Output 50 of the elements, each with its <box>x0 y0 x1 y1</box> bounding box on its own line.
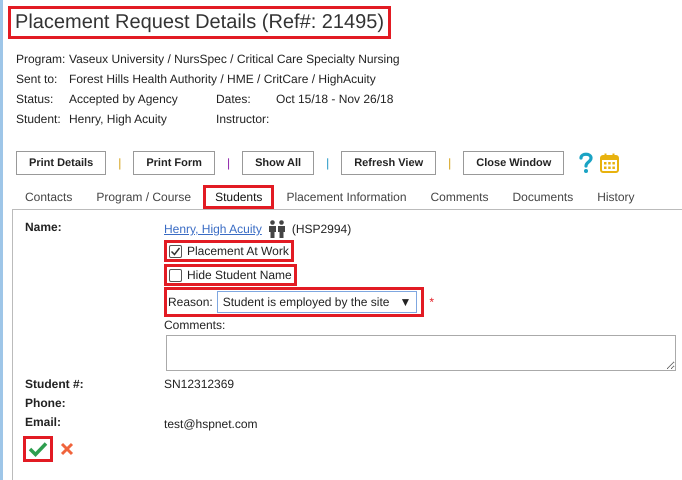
people-icon <box>268 220 286 238</box>
calendar-icon[interactable] <box>600 153 620 173</box>
field-label: Reason: <box>168 295 213 309</box>
field-value: Forest Hills Health Authority / HME / CritCare / HighAcuity <box>69 72 376 86</box>
separator: | <box>118 156 122 170</box>
field-label: Program: <box>16 52 66 66</box>
field-label: Instructor: <box>216 112 270 126</box>
field-value: SN12312369 <box>164 377 234 391</box>
save-button[interactable] <box>23 436 53 462</box>
check-icon <box>170 246 181 256</box>
field-label: Sent to: <box>16 72 58 86</box>
tab[interactable]: History <box>585 185 647 209</box>
field-value: Accepted by Agency <box>69 92 179 106</box>
toolbar-button[interactable]: Show All <box>242 151 314 175</box>
field-label: Status: <box>16 92 54 106</box>
toolbar-button[interactable]: Print Details <box>16 151 106 175</box>
tab[interactable]: Comments <box>418 185 501 209</box>
tab[interactable]: Documents <box>500 185 586 209</box>
close-icon <box>60 442 74 456</box>
check-icon <box>28 441 48 457</box>
page-title: Placement Request Details (Ref#: 21495) <box>8 6 392 39</box>
field-value: Vaseux University / NursSpec / Critical Care Specialty Nursing <box>69 52 400 66</box>
tab[interactable]: Placement Information <box>274 185 418 209</box>
field-label: Phone: <box>25 396 67 410</box>
field-label: Student #: <box>25 377 85 391</box>
required-mark: * <box>429 295 434 309</box>
student-link[interactable]: Henry, High Acuity <box>164 222 262 236</box>
toolbar-button[interactable]: Refresh View <box>341 151 436 175</box>
field-value: Oct 15/18 - Nov 26/18 <box>276 92 394 106</box>
tab[interactable]: Contacts <box>13 185 84 209</box>
reason-select[interactable]: Student is employed by the site ▼ <box>216 291 418 313</box>
field-value: Henry, High Acuity <box>69 112 168 126</box>
field-label: Dates: <box>216 92 252 106</box>
separator: | <box>448 156 452 170</box>
toolbar-button[interactable]: Print Form <box>133 151 215 175</box>
checkbox-option[interactable]: Placement At Work <box>164 240 294 262</box>
comments-field[interactable] <box>166 335 676 371</box>
help-icon[interactable] <box>578 152 594 174</box>
student-id: (HSP2994) <box>292 222 352 236</box>
checkbox-option[interactable]: Hide Student Name <box>164 264 297 286</box>
toolbar-button[interactable]: Close Window <box>463 151 564 175</box>
separator: | <box>326 156 330 170</box>
field-label: Student: <box>16 112 62 126</box>
tab[interactable]: Program / Course <box>84 185 204 209</box>
field-label: Email: <box>25 415 62 429</box>
field-label: Name: <box>25 220 63 236</box>
separator: | <box>226 156 230 170</box>
field-value: test@hspnet.com <box>164 417 258 431</box>
tab[interactable]: Students <box>203 185 274 209</box>
field-label: Comments: <box>164 318 226 332</box>
